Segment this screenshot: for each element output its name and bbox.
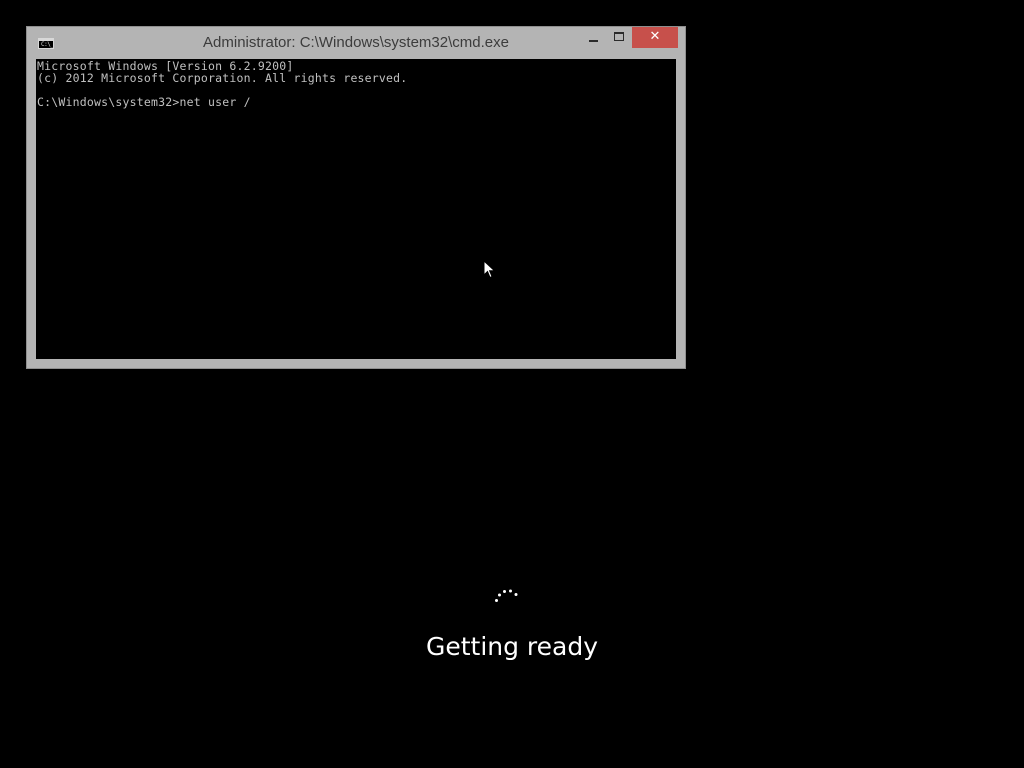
minimize-button[interactable] xyxy=(580,27,606,48)
console-command-line[interactable]: C:\Windows\system32>net user / xyxy=(37,96,676,108)
mouse-cursor-icon xyxy=(483,260,496,279)
title-bar[interactable]: C:\_ Administrator: C:\Windows\system32\… xyxy=(27,27,685,59)
console-output[interactable]: Microsoft Windows [Version 6.2.9200] (c)… xyxy=(36,59,676,359)
cmd-window[interactable]: C:\_ Administrator: C:\Windows\system32\… xyxy=(26,26,686,369)
desktop-screen: C:\_ Administrator: C:\Windows\system32\… xyxy=(0,0,1024,768)
boot-status-text: Getting ready xyxy=(425,632,599,661)
loading-spinner-icon xyxy=(495,589,518,602)
close-icon: ✕ xyxy=(649,29,661,44)
maximize-button[interactable] xyxy=(606,27,632,48)
console-line: (c) 2012 Microsoft Corporation. All righ… xyxy=(37,71,408,85)
close-button[interactable]: ✕ xyxy=(632,27,678,48)
cmd-icon[interactable]: C:\_ xyxy=(38,38,54,49)
